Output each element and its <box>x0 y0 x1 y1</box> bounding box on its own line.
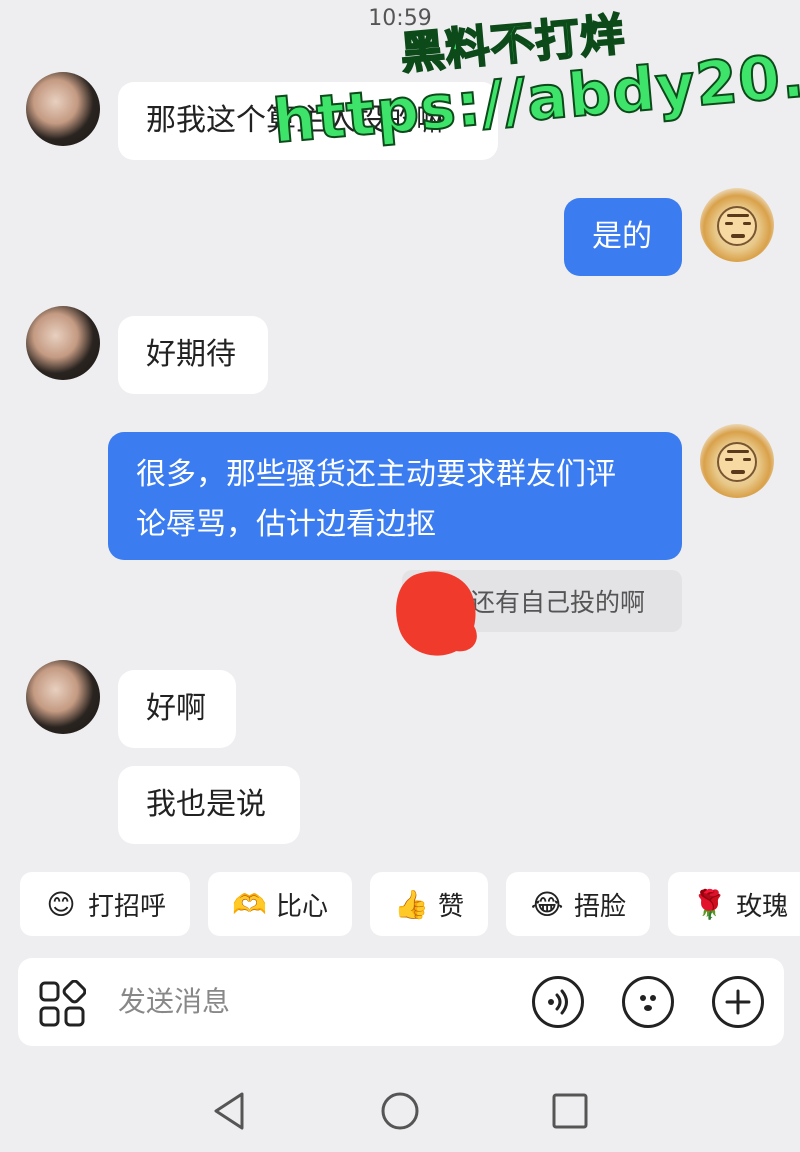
heart-hands-emoji-icon: 🫶 <box>232 887 267 921</box>
home-icon[interactable] <box>380 1090 420 1132</box>
contact-avatar[interactable] <box>26 660 100 734</box>
recents-icon[interactable] <box>550 1090 590 1132</box>
quick-reply-label: 捂脸 <box>574 891 627 922</box>
message-input[interactable]: 发送消息 <box>118 980 230 1020</box>
quick-reply-bar: 😊 打招呼 🫶 比心 👍 赞 😂 捂脸 🌹 玫瑰 <box>20 872 800 936</box>
message-bubble-incoming[interactable]: 好啊 <box>118 670 236 748</box>
quick-reply-heart[interactable]: 🫶 比心 <box>208 872 353 936</box>
message-bubble-incoming[interactable]: 好期待 <box>118 316 268 394</box>
quick-reply-facepalm[interactable]: 😂 捂脸 <box>506 872 651 936</box>
message-bubble-incoming[interactable]: 我也是说 <box>118 766 300 844</box>
quick-reply-label: 比心 <box>276 891 329 922</box>
message-line: 很多，那些骚货还主动要求群友们评 <box>136 457 616 492</box>
tiger-icon <box>717 206 757 246</box>
voice-icon[interactable] <box>532 976 584 1028</box>
back-icon[interactable] <box>210 1090 250 1132</box>
rose-emoji-icon: 🌹 <box>692 887 727 921</box>
apps-grid-icon[interactable] <box>38 980 86 1028</box>
message-bubble-outgoing[interactable]: 是的 <box>564 198 682 276</box>
quick-reply-greet[interactable]: 😊 打招呼 <box>20 872 191 936</box>
wave-emoji-icon: 😊 <box>46 887 76 921</box>
message-bubble-outgoing[interactable]: 很多，那些骚货还主动要求群友们评 论辱骂，估计边看边抠 <box>108 432 682 560</box>
tiger-icon <box>717 442 757 482</box>
quick-reply-label: 赞 <box>438 891 465 922</box>
message-line: 论辱骂，估计边看边抠 <box>136 507 436 542</box>
emoji-icon[interactable] <box>622 976 674 1028</box>
quick-reply-label: 打招呼 <box>88 891 167 922</box>
quick-reply-like[interactable]: 👍 赞 <box>370 872 489 936</box>
quick-reply-label: 玫瑰 <box>736 891 789 922</box>
my-avatar[interactable] <box>700 188 774 262</box>
contact-avatar[interactable] <box>26 72 100 146</box>
quick-reply-rose[interactable]: 🌹 玫瑰 <box>668 872 800 936</box>
contact-avatar[interactable] <box>26 306 100 380</box>
my-avatar[interactable] <box>700 424 774 498</box>
facepalm-emoji-icon: 😂 <box>530 887 564 921</box>
system-nav-bar <box>0 1076 800 1146</box>
message-input-bar: 发送消息 <box>18 958 784 1046</box>
add-icon[interactable] <box>712 976 764 1028</box>
thumbs-up-emoji-icon: 👍 <box>394 887 429 921</box>
